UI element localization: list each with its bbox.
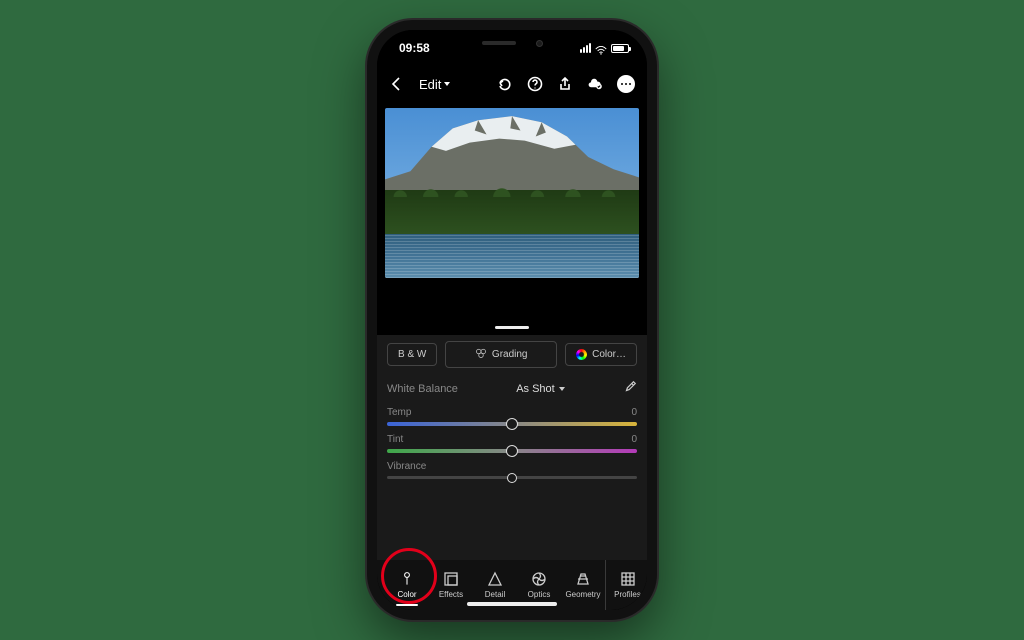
battery-icon — [611, 44, 629, 53]
chevron-down-icon — [559, 387, 565, 391]
tool-profiles[interactable]: Profiles — [605, 560, 647, 610]
bw-toggle[interactable]: B & W — [387, 343, 437, 366]
phone-device: 09:58 Edit — [367, 20, 657, 620]
color-ring-icon — [576, 349, 587, 360]
cloud-sync-icon[interactable] — [587, 76, 603, 92]
help-icon[interactable] — [527, 76, 543, 92]
edited-photo — [385, 108, 639, 278]
eyedropper-icon[interactable] — [623, 380, 637, 397]
grading-icon — [475, 347, 487, 362]
back-icon[interactable] — [389, 76, 405, 92]
chevron-down-icon — [444, 82, 450, 86]
photo-viewport[interactable] — [377, 102, 647, 278]
home-indicator[interactable] — [467, 602, 557, 606]
cellular-icon — [580, 43, 591, 53]
panel-drag-handle[interactable] — [495, 326, 529, 329]
wifi-icon — [595, 44, 607, 53]
grading-button[interactable]: Grading — [445, 341, 557, 368]
undo-icon[interactable] — [497, 76, 513, 92]
tool-color[interactable]: Color — [385, 560, 429, 610]
tint-slider[interactable]: Tint0 — [387, 434, 637, 453]
edit-label: Edit — [419, 77, 441, 92]
color-panel: B & W Grading Color… White Balance As Sh… — [377, 335, 647, 560]
top-toolbar: Edit — [377, 66, 647, 102]
colormix-button[interactable]: Color… — [565, 343, 637, 366]
screen: 09:58 Edit — [377, 30, 647, 610]
vibrance-slider[interactable]: Vibrance0 — [387, 461, 637, 479]
notch — [452, 30, 572, 56]
status-time: 09:58 — [399, 41, 430, 55]
white-balance-label: White Balance — [387, 383, 458, 395]
edit-dropdown[interactable]: Edit — [419, 77, 450, 92]
more-icon[interactable] — [617, 75, 635, 93]
share-icon[interactable] — [557, 76, 573, 92]
tool-geometry[interactable]: Geometry — [561, 560, 605, 610]
temp-slider[interactable]: Temp0 — [387, 407, 637, 426]
white-balance-select[interactable]: As Shot — [516, 383, 565, 395]
